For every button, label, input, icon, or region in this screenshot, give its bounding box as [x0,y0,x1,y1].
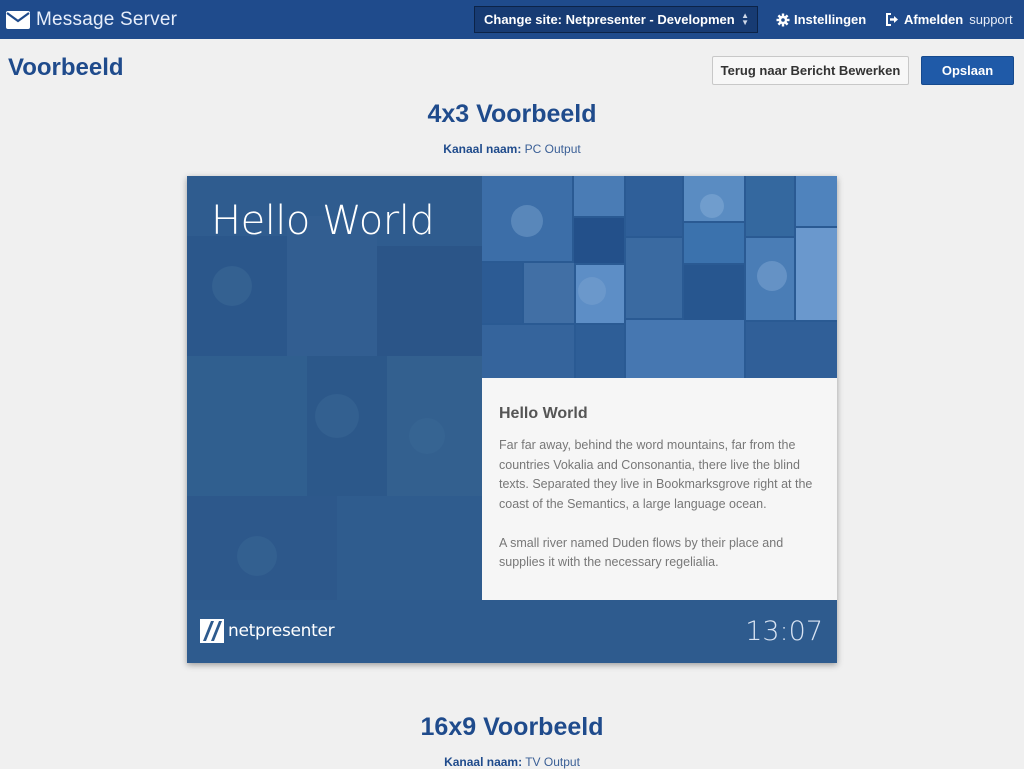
slide-left-panel: Hello World [187,176,482,600]
card-title: Hello World [499,405,588,422]
sign-out-icon [886,13,898,26]
logout-link[interactable]: Afmelden support [885,12,1013,27]
slide-preview-4x3: Hello World Hello World Far far away, be… [187,176,837,663]
slide-clock: 13:07 [745,616,823,647]
settings-link[interactable]: Instellingen [776,12,866,27]
settings-label: Instellingen [794,12,867,27]
top-bar: Message Server Change site: Netpresenter… [0,0,1024,39]
select-arrows-icon: ▲ ▼ [741,11,749,27]
envelope-icon [6,8,30,32]
channel-label: Kanaal naam: [444,755,523,769]
app-title: Message Server [36,9,178,30]
preview-4x3-title: 4x3 Voorbeeld [427,100,597,128]
save-button[interactable]: Opslaan [921,56,1014,85]
card-body: Far far away, behind the word mountains,… [499,436,821,592]
gear-icon [776,13,790,26]
channel-value: PC Output [524,142,581,156]
channel-name-4x3: Kanaal naam: PC Output [0,142,1024,156]
preview-16x9-title: 16x9 Voorbeeld [420,713,604,741]
back-to-edit-button[interactable]: Terug naar Bericht Bewerken [712,56,909,85]
card-paragraph: Far far away, behind the word mountains,… [499,438,813,511]
channel-name-16x9: Kanaal naam: TV Output [0,755,1024,769]
page-title: Voorbeeld [8,54,124,81]
site-select-value: Change site: Netpresenter - Development.… [484,12,734,27]
channel-value: TV Output [525,755,580,769]
username: support [969,12,1013,27]
site-select[interactable]: Change site: Netpresenter - Development.… [474,6,758,33]
logo-text: netpresenter [228,621,335,641]
photo-collage [482,176,837,378]
slide-headline: Hello World [211,198,435,244]
channel-label: Kanaal naam: [443,142,522,156]
slide-footer: netpresenter 13:07 [187,600,837,663]
netpresenter-logo-icon [200,619,224,643]
logout-label: Afmelden [904,12,964,27]
slide-text-card: Hello World Far far away, behind the wor… [482,378,837,600]
netpresenter-logo: netpresenter [200,619,335,643]
card-paragraph: A small river named Duden flows by their… [499,535,784,570]
brand[interactable]: Message Server [6,7,177,33]
